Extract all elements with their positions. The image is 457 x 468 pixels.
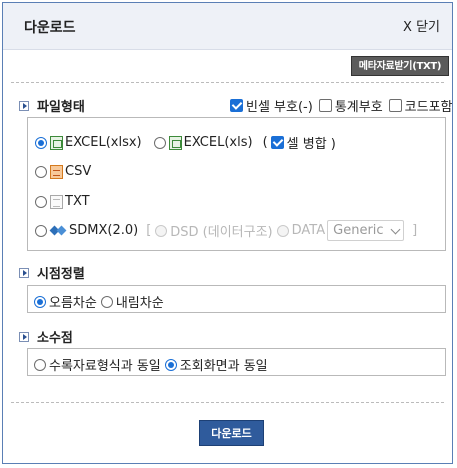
empty-cell-sign-label: 빈셀 부호(-) [246,100,313,115]
excel-icon [168,135,182,150]
dsd-radio[interactable] [155,224,168,237]
time-sort-options: 오름차순 내림차순 [34,292,164,311]
file-type-section-header: 파일형태 [19,96,85,115]
format-row-excel: EXCEL(xlsx) EXCEL(xls) ( 셀 병합 ) [35,133,336,152]
include-code-checkbox[interactable] [388,99,402,112]
txt-file-icon [50,194,63,209]
csv-radio[interactable] [35,165,47,178]
csv-icon [50,164,63,179]
empty-cell-sign-checkbox[interactable] [230,99,243,112]
format-row-csv: CSV [35,164,91,179]
time-sort-section-header: 시점정렬 [19,263,85,282]
sdmx-label: SDMX(2.0) [69,223,139,238]
data-radio[interactable] [276,224,289,237]
data-label: DATA [291,223,326,238]
section-arrow-icon [19,100,29,111]
decimal-section-label: 소수점 [37,331,73,346]
merge-cells-checkbox[interactable] [270,136,284,149]
decimal-box: 수록자료형식과 동일 조회화면과 동일 [27,348,446,376]
decimal-section-header: 소수점 [19,327,73,346]
sdmx-icon [49,225,68,237]
merge-cells-paren: ( [262,135,268,150]
merge-cells-label: 셀 병합 ) [286,137,336,152]
txt-label: TXT [65,194,90,209]
format-row-sdmx: SDMX(2.0) [ DSD (데이터구조) DATA Generic ] [35,220,417,241]
dialog-header: 다운로드 X 닫기 [3,3,452,50]
ascending-radio[interactable] [34,295,46,308]
ascending-label: 오름차순 [49,296,97,311]
source-format-radio[interactable] [34,358,46,371]
csv-label: CSV [65,164,92,179]
screen-format-radio[interactable] [164,358,177,371]
data-format-value: Generic [333,223,384,238]
decimal-options: 수록자료형식과 동일 조회화면과 동일 [34,355,268,374]
descending-label: 내림차순 [115,296,164,311]
xls-label: EXCEL(xls) [183,135,253,150]
dsd-label: DSD (데이터구조) [170,225,273,240]
screen-format-label: 조회화면과 동일 [179,359,268,374]
excel-icon [50,135,63,150]
dialog-title: 다운로드 [24,20,76,36]
section-arrow-icon [19,267,29,278]
include-code-label: 코드포함 [404,100,453,115]
data-format-select[interactable]: Generic [327,220,405,241]
download-dialog: 다운로드 X 닫기 메타자료받기(TXT) 파일형태 빈셀 부호(-) 통계부호… [2,2,453,464]
sdmx-open-bracket: [ [146,223,152,238]
file-type-section-label: 파일형태 [37,100,85,115]
xlsx-radio[interactable] [35,136,47,149]
stat-sign-checkbox[interactable] [318,99,332,112]
sdmx-close-bracket: ] [412,223,418,238]
time-sort-box: 오름차순 내림차순 [27,285,446,313]
xls-radio[interactable] [153,136,166,149]
divider [11,82,444,83]
sdmx-radio[interactable] [35,224,47,237]
close-button[interactable]: X 닫기 [403,16,440,35]
format-row-txt: TXT [35,194,90,209]
xlsx-label: EXCEL(xlsx) [65,135,142,150]
txt-radio[interactable] [35,195,47,208]
download-button[interactable]: 다운로드 [199,420,264,446]
chevron-down-icon [390,224,401,234]
source-format-label: 수록자료형식과 동일 [49,359,161,374]
descending-radio[interactable] [100,295,113,308]
time-sort-section-label: 시점정렬 [37,267,85,282]
meta-download-button[interactable]: 메타자료받기(TXT) [351,56,449,76]
section-arrow-icon [19,331,29,342]
stat-sign-label: 통계부호 [334,100,383,115]
file-format-box: EXCEL(xlsx) EXCEL(xls) ( 셀 병합 ) CSV TXT … [27,117,446,251]
divider [11,402,444,403]
file-options: 빈셀 부호(-) 통계부호 코드포함 [230,96,453,115]
